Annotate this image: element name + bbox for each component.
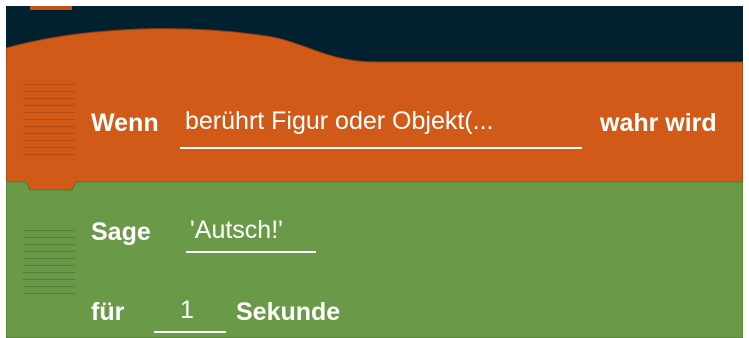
when-brick-drag-handle[interactable] — [23, 84, 75, 161]
when-condition-underline — [180, 147, 582, 149]
say-text-field[interactable]: 'Autsch!' — [190, 216, 283, 245]
when-keyword: Wenn — [91, 109, 159, 137]
duration-unit: Sekunde — [236, 298, 341, 326]
say-brick-drag-handle[interactable] — [23, 230, 75, 300]
when-condition-field[interactable]: berührt Figur oder Objekt(... — [185, 107, 493, 136]
bricks-svg — [6, 28, 743, 338]
duration-field[interactable]: 1 — [180, 296, 194, 325]
when-suffix: wahr wird — [600, 109, 717, 137]
duration-prefix: für — [91, 298, 125, 326]
say-keyword: Sage — [91, 218, 151, 246]
say-text-underline — [186, 251, 316, 253]
duration-underline — [154, 331, 226, 333]
brick-connector-nub — [30, 6, 72, 10]
script-editor-canvas: Wenn berührt Figur oder Objekt(... wahr … — [6, 6, 743, 338]
